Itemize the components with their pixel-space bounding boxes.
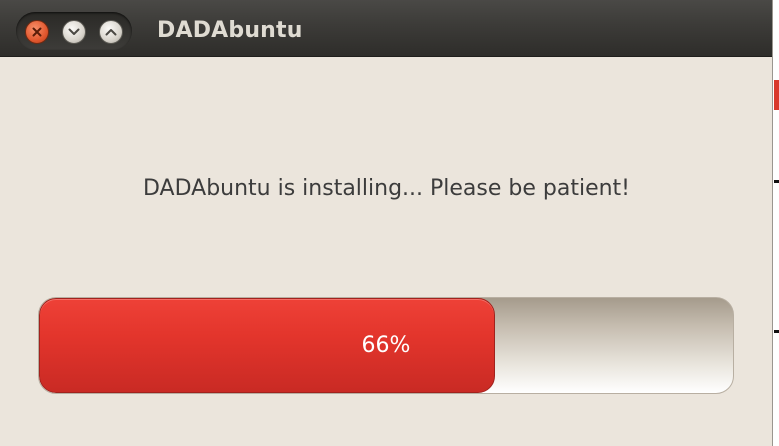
desktop-background-mark [774, 180, 779, 183]
status-message: DADAbuntu is installing... Please be pat… [142, 176, 631, 201]
minimize-button[interactable] [62, 20, 86, 44]
installer-window: DADAbuntu DADAbuntu is installing... Ple… [0, 0, 773, 446]
window-title: DADAbuntu [157, 18, 303, 43]
window-controls [16, 12, 132, 50]
desktop-background-mark [774, 80, 779, 110]
desktop-background-mark [774, 330, 779, 333]
progress-bar: 66% [38, 297, 734, 394]
chevron-up-icon [105, 29, 117, 36]
close-icon [32, 27, 42, 37]
chevron-down-icon [68, 28, 80, 35]
close-button[interactable] [25, 20, 49, 44]
window-titlebar[interactable]: DADAbuntu [0, 0, 772, 57]
maximize-button[interactable] [99, 20, 123, 44]
progress-label: 66% [361, 333, 411, 358]
